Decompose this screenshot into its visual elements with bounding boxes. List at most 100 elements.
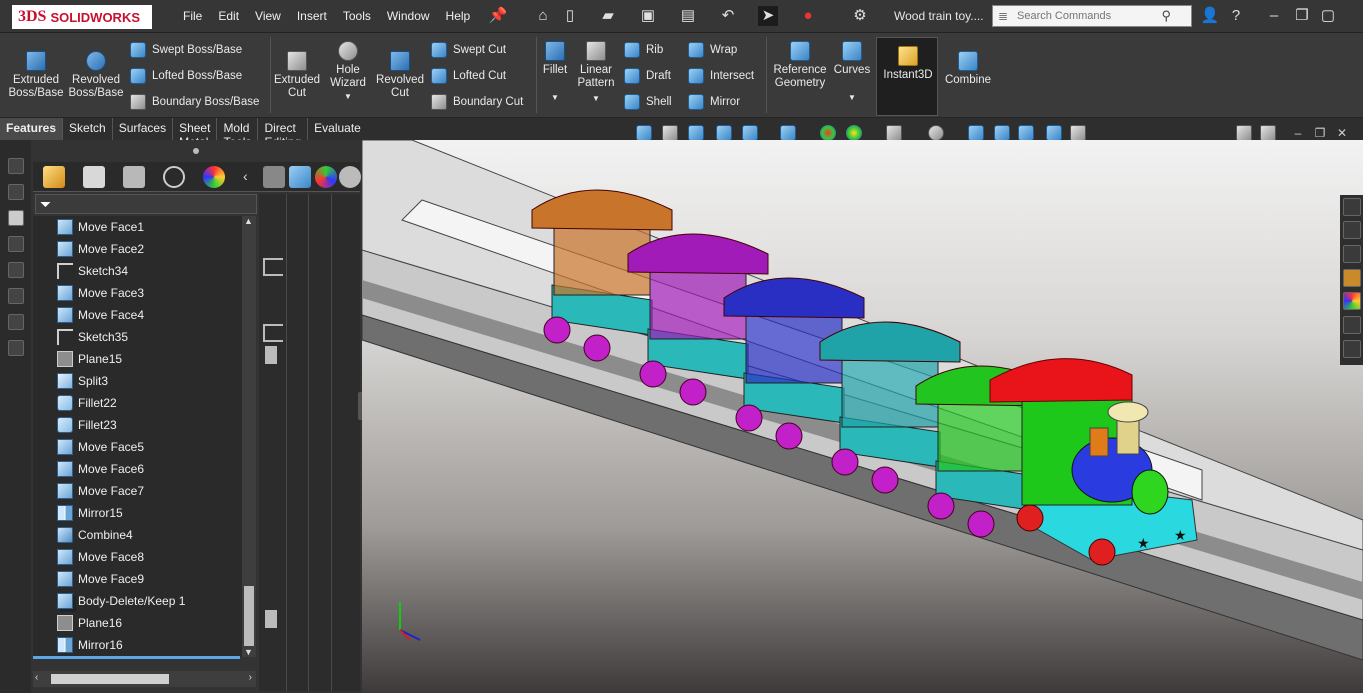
zoom-to-area-icon[interactable] bbox=[662, 125, 678, 141]
tree-item[interactable]: Mirror16 bbox=[57, 634, 123, 656]
restore-window-icon[interactable]: ❐ bbox=[1292, 6, 1312, 26]
tab-mold-tools[interactable]: Mold Tools bbox=[217, 118, 259, 149]
tree-rollback-bar[interactable] bbox=[33, 656, 240, 659]
boundary-boss-button[interactable]: Boundary Boss/Base bbox=[130, 93, 259, 111]
extruded-boss-button[interactable]: Extruded Boss/Base bbox=[6, 51, 66, 100]
zoom-to-fit-icon[interactable] bbox=[636, 125, 652, 141]
combine-button[interactable]: Combine bbox=[942, 51, 994, 87]
search-icon[interactable]: ⚲ bbox=[1161, 8, 1171, 24]
lofted-boss-button[interactable]: Lofted Boss/Base bbox=[130, 67, 242, 85]
menu-insert[interactable]: Insert bbox=[289, 9, 335, 23]
measure-icon[interactable] bbox=[1018, 125, 1034, 141]
new-document-icon[interactable]: ▯ bbox=[560, 6, 580, 26]
instant3d-button[interactable]: Instant3D bbox=[880, 46, 936, 82]
appearances-scenes-icon[interactable] bbox=[1343, 292, 1361, 310]
hide-show-items-icon[interactable] bbox=[928, 125, 944, 141]
tree-item[interactable]: Move Face8 bbox=[57, 546, 144, 568]
vertical-scroll-thumb[interactable] bbox=[244, 586, 254, 646]
tab-evaluate[interactable]: Evaluate bbox=[308, 118, 368, 140]
tree-item[interactable]: Move Face6 bbox=[57, 458, 144, 480]
tree-item[interactable]: Plane15 bbox=[57, 348, 122, 370]
view-palette-icon[interactable] bbox=[1343, 269, 1361, 287]
property-manager-tab-icon[interactable] bbox=[83, 166, 105, 188]
intersect-button[interactable]: Intersect bbox=[688, 67, 754, 85]
viewport-next-icon[interactable] bbox=[1260, 125, 1276, 141]
view-orientation-icon[interactable] bbox=[742, 125, 758, 141]
design-library-icon[interactable] bbox=[1343, 221, 1361, 239]
rib-button[interactable]: Rib bbox=[624, 41, 663, 59]
cam-tab-icon[interactable] bbox=[263, 166, 285, 188]
extruded-cut-button[interactable]: Extruded Cut bbox=[272, 51, 322, 100]
viewport-prev-icon[interactable] bbox=[1236, 125, 1252, 141]
train-model-3d-view[interactable]: ★ ★ bbox=[362, 140, 1363, 693]
swept-cut-button[interactable]: Swept Cut bbox=[431, 41, 506, 59]
menu-view[interactable]: View bbox=[247, 9, 289, 23]
tree-item[interactable]: Move Face1 bbox=[57, 216, 144, 238]
tab-direct-editing[interactable]: Direct Editing bbox=[258, 118, 309, 149]
hole-wizard-button[interactable]: Hole Wizard ▼ bbox=[322, 41, 374, 103]
tab-surfaces[interactable]: Surfaces bbox=[113, 118, 174, 140]
viewport-close-icon[interactable]: ✕ bbox=[1334, 125, 1350, 141]
lofted-cut-button[interactable]: Lofted Cut bbox=[431, 67, 506, 85]
tree-item[interactable]: Move Face2 bbox=[57, 238, 144, 260]
draft-button[interactable]: Draft bbox=[624, 67, 671, 85]
revolved-cut-button[interactable]: Revolved Cut bbox=[374, 51, 426, 100]
mirror-button[interactable]: Mirror bbox=[688, 93, 740, 111]
appearance-tab-icon[interactable] bbox=[315, 166, 337, 188]
triad-icon[interactable] bbox=[968, 125, 984, 141]
print-icon[interactable]: ▤ bbox=[678, 6, 698, 26]
scroll-right-arrow-icon[interactable]: › bbox=[249, 672, 252, 683]
tools-settings-icon[interactable] bbox=[8, 340, 24, 356]
viewport-restore-icon[interactable]: ❐ bbox=[1312, 125, 1328, 141]
tree-item[interactable]: Move Face3 bbox=[57, 282, 144, 304]
tree-item[interactable]: Plane16 bbox=[57, 612, 122, 634]
curves-dropdown-icon[interactable]: ▼ bbox=[832, 91, 872, 104]
rebuild-icon[interactable]: ● bbox=[798, 6, 818, 26]
tree-item[interactable]: Combine4 bbox=[57, 524, 133, 546]
previous-view-icon[interactable] bbox=[688, 125, 704, 141]
annotation-icon[interactable] bbox=[8, 262, 24, 278]
boundary-cut-button[interactable]: Boundary Cut bbox=[431, 93, 523, 111]
fillet-button[interactable]: Fillet ▼ bbox=[538, 41, 572, 104]
tree-item[interactable]: Sketch35 bbox=[57, 326, 128, 348]
tree-item[interactable]: Move Face5 bbox=[57, 436, 144, 458]
tab-features[interactable]: Features bbox=[0, 118, 64, 140]
user-account-icon[interactable]: 👤 bbox=[1200, 6, 1220, 26]
tree-filter-bar[interactable]: ⏷ bbox=[35, 194, 257, 214]
tree-item[interactable]: Move Face4 bbox=[57, 304, 144, 326]
section-view-icon[interactable] bbox=[716, 125, 732, 141]
tree-item[interactable]: Body-Delete/Keep 1 bbox=[57, 590, 185, 612]
configuration-manager-tab-icon[interactable] bbox=[123, 166, 145, 188]
tree-item[interactable]: Move Face9 bbox=[57, 568, 144, 590]
linear-pattern-button[interactable]: Linear Pattern ▼ bbox=[574, 41, 618, 105]
tree-vertical-scrollbar[interactable]: ▲ ▼ bbox=[242, 216, 256, 657]
select-cursor-icon[interactable]: ➤ bbox=[758, 6, 778, 26]
home-icon[interactable]: ⌂ bbox=[533, 6, 553, 26]
solidworks-resources-icon[interactable] bbox=[1343, 198, 1361, 216]
view-layout-icon[interactable] bbox=[8, 314, 24, 330]
menu-window[interactable]: Window bbox=[379, 9, 438, 23]
display-manager-tab-icon[interactable] bbox=[203, 166, 225, 188]
tree-item[interactable]: Move Face7 bbox=[57, 480, 144, 502]
sketch-tools-icon[interactable] bbox=[8, 184, 24, 200]
menu-edit[interactable]: Edit bbox=[210, 9, 247, 23]
smart-dimension-icon[interactable] bbox=[8, 158, 24, 174]
relations-icon[interactable] bbox=[8, 236, 24, 252]
part-tab-icon[interactable] bbox=[289, 166, 311, 188]
graphics-area[interactable]: ★ ★ bbox=[362, 140, 1363, 693]
panel-grip[interactable] bbox=[33, 148, 360, 154]
tree-horizontal-scrollbar[interactable]: ‹ › bbox=[33, 671, 256, 687]
shell-button[interactable]: Shell bbox=[624, 93, 672, 111]
view-settings-icon[interactable] bbox=[886, 125, 902, 141]
tree-item[interactable]: Mirror15 bbox=[57, 502, 123, 524]
open-folder-icon[interactable]: ▰ bbox=[598, 6, 618, 26]
instant-section-icon[interactable] bbox=[1046, 125, 1062, 141]
wrap-button[interactable]: Wrap bbox=[688, 41, 737, 59]
tabs-left-arrow-icon[interactable]: ‹ bbox=[243, 168, 248, 184]
filter-icon[interactable]: ⏷ bbox=[40, 196, 51, 213]
apply-scene-icon[interactable] bbox=[846, 125, 862, 141]
feature-manager-tab-icon[interactable] bbox=[43, 166, 65, 188]
reference-geometry-button[interactable]: Reference Geometry bbox=[768, 41, 832, 90]
edit-appearance-icon[interactable] bbox=[820, 125, 836, 141]
undo-icon[interactable]: ↶ bbox=[718, 6, 738, 26]
